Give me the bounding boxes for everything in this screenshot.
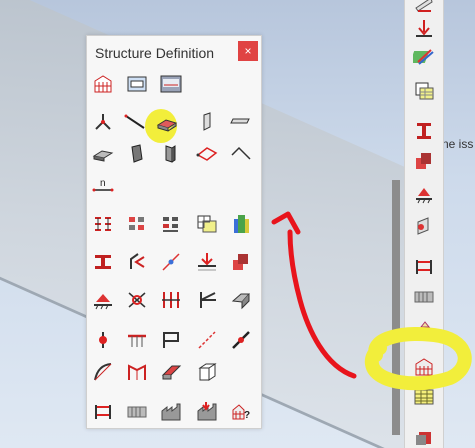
yellow-circle-annotation [364,327,472,391]
annotation-overlay [271,211,472,391]
red-arrow-annotation [271,211,357,379]
